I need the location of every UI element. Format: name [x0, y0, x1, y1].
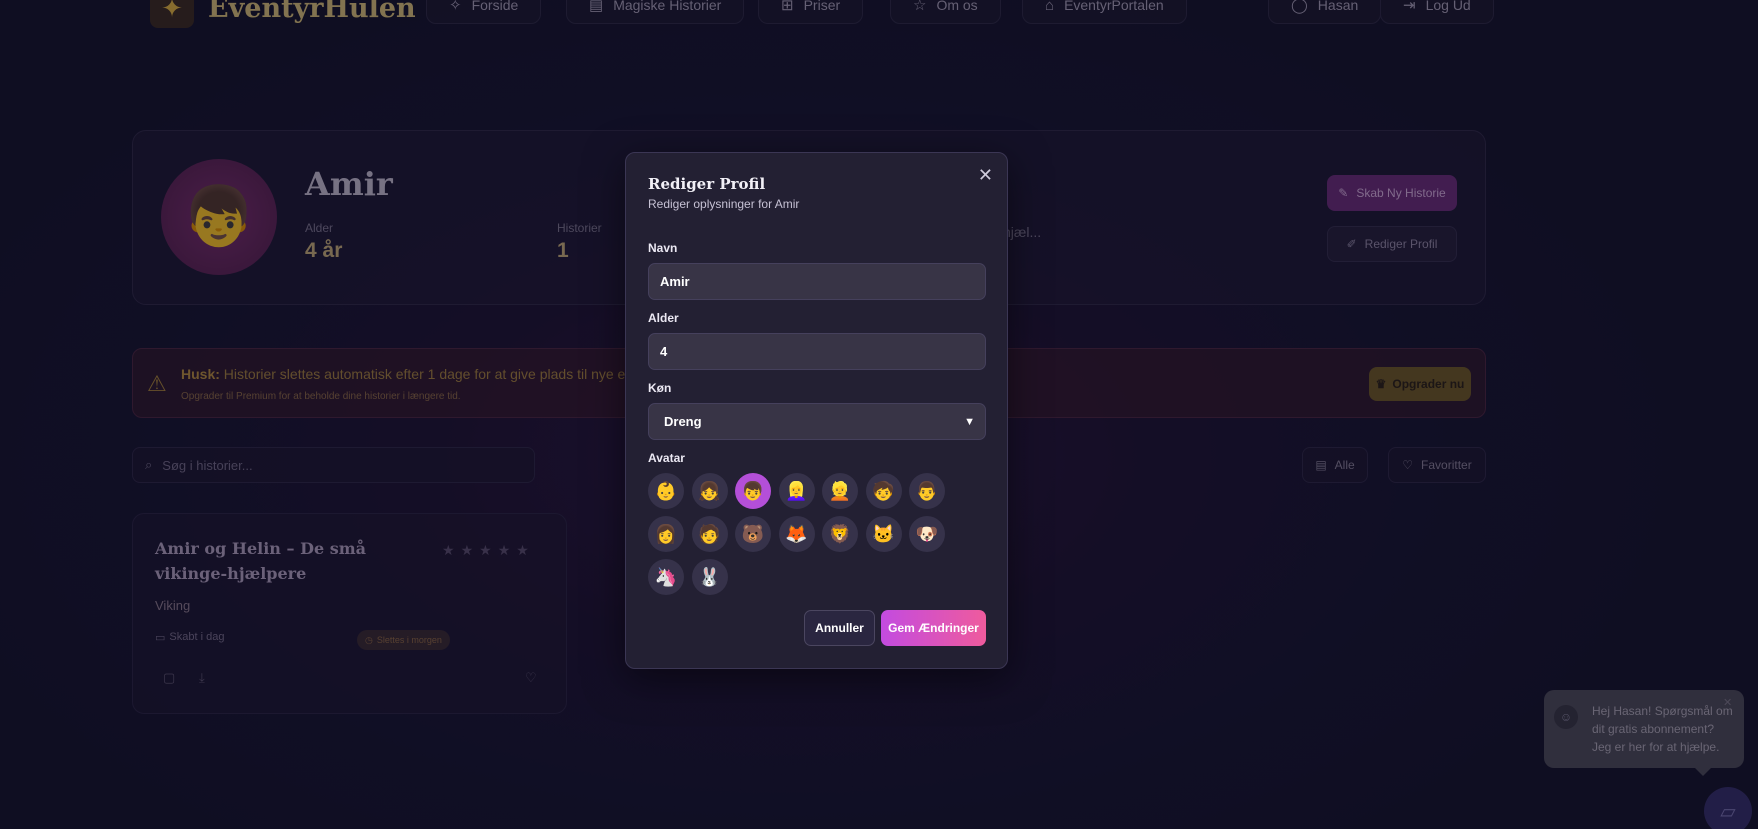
avatar-option[interactable]: 👱: [822, 473, 858, 509]
name-field[interactable]: [648, 263, 986, 300]
save-button[interactable]: Gem Ændringer: [881, 610, 986, 646]
age-field[interactable]: [648, 333, 986, 370]
avatar-option[interactable]: 🐶: [909, 516, 945, 552]
gender-select[interactable]: Dreng ▼: [648, 403, 986, 440]
avatar-option[interactable]: 🐱: [865, 516, 902, 552]
dialog-subtitle: Rediger oplysninger for Amir: [648, 197, 800, 211]
avatar-option[interactable]: 👱‍♀️: [778, 473, 815, 509]
cancel-button[interactable]: Annuller: [804, 610, 875, 646]
chevron-down-icon: ▼: [964, 415, 975, 428]
age-field-label: Alder: [648, 311, 679, 325]
dialog-title: Rediger Profil: [648, 175, 766, 193]
edit-profile-dialog: ✕ Rediger Profil Rediger oplysninger for…: [625, 152, 1008, 669]
avatar-option[interactable]: 🐰: [691, 559, 728, 595]
avatar-option[interactable]: 👨: [909, 473, 945, 509]
avatar-grid: 👶 👧 👦 👱‍♀️ 👱 🧒 👨 👩 🧑 🐻 🦊 🦁 🐱 🐶 🦄 🐰: [648, 473, 958, 595]
avatar-option[interactable]: 🧒: [865, 473, 902, 509]
avatar-label: Avatar: [648, 451, 685, 465]
gender-label: Køn: [648, 381, 672, 395]
avatar-option[interactable]: 🧑: [691, 516, 728, 552]
avatar-option[interactable]: 👧: [691, 473, 728, 509]
avatar-option[interactable]: 🦄: [648, 559, 684, 595]
avatar-option[interactable]: 🦁: [822, 516, 858, 552]
avatar-option[interactable]: 👦: [735, 473, 771, 509]
close-icon[interactable]: ✕: [978, 165, 993, 186]
avatar-option[interactable]: 👩: [648, 516, 684, 552]
avatar-option[interactable]: 🐻: [735, 516, 771, 552]
avatar-option[interactable]: 👶: [648, 473, 684, 509]
gender-value: Dreng: [664, 414, 702, 429]
name-label: Navn: [648, 241, 678, 255]
avatar-option[interactable]: 🦊: [778, 516, 815, 552]
